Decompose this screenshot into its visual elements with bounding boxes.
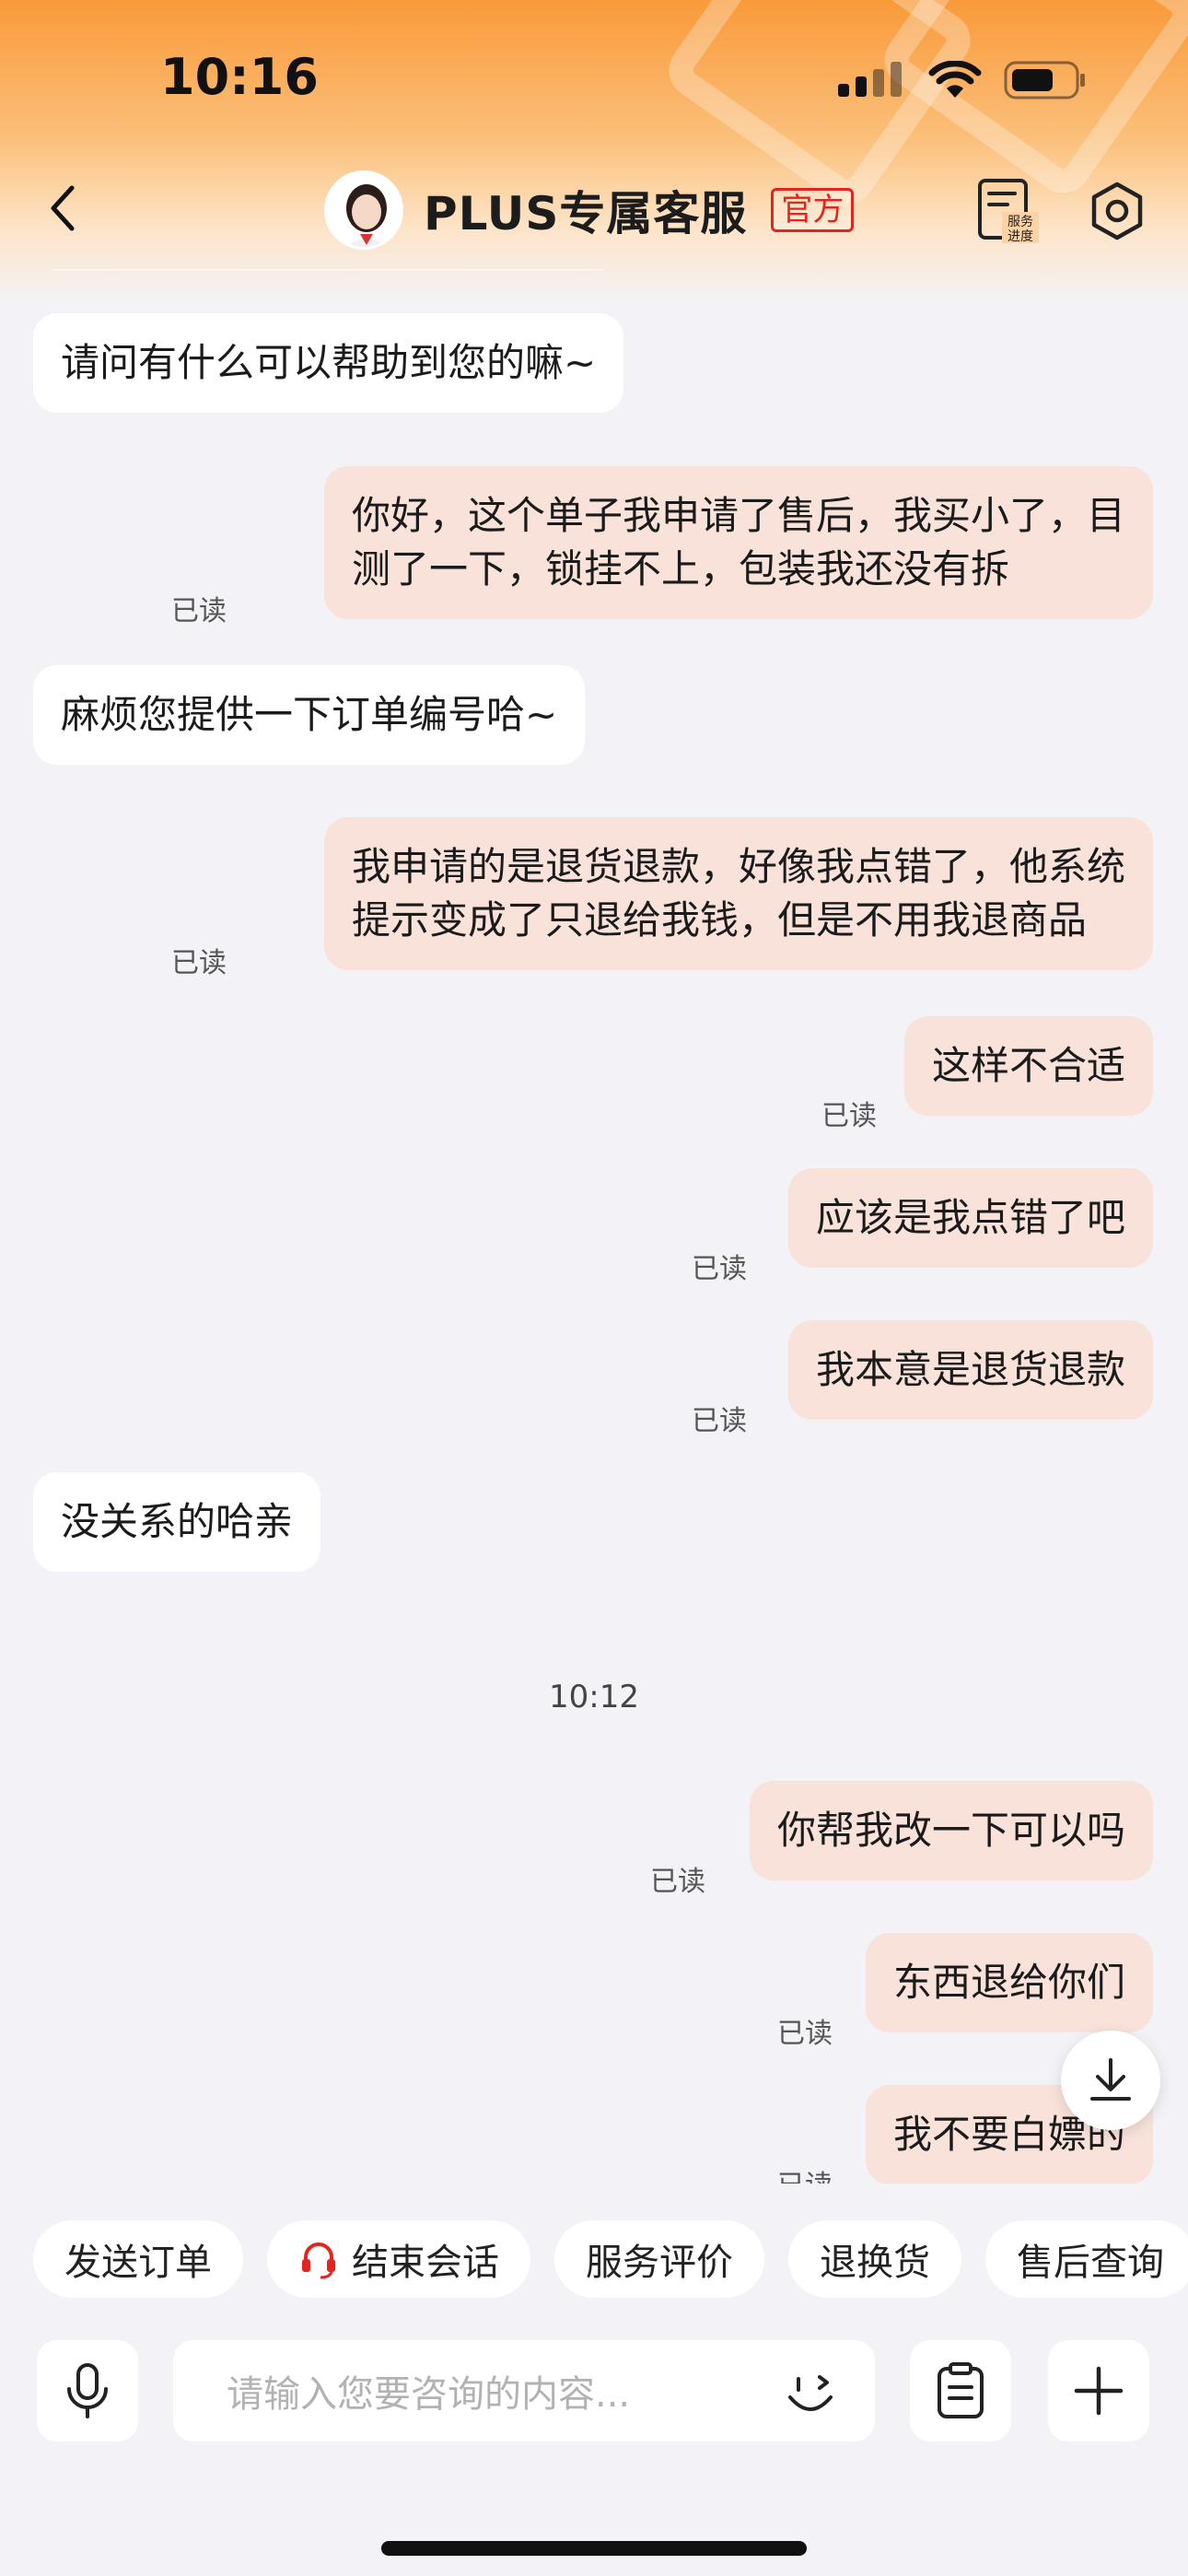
end-session-chip[interactable]: 结束会话 xyxy=(267,2220,530,2298)
header-background xyxy=(0,0,1188,304)
message-bubble-user[interactable]: 你好，这个单子我申请了售后，我买小了，目 测了一下，锁挂不上，包装我还没有拆 xyxy=(323,466,1153,619)
header-divider xyxy=(52,269,604,271)
send-order-chip[interactable]: 发送订单 xyxy=(33,2220,243,2298)
wifi-icon xyxy=(928,61,982,98)
headset-icon xyxy=(302,2242,335,2279)
avatar xyxy=(324,170,403,250)
chip-label: 售后查询 xyxy=(1017,2242,1164,2284)
message-bubble-user[interactable]: 你帮我改一下可以吗 xyxy=(749,1781,1153,1880)
chip-label: 服务评价 xyxy=(586,2242,733,2284)
download-arrow-icon xyxy=(1090,2058,1131,2101)
read-status: 已读 xyxy=(692,1253,747,1285)
message-bubble-agent[interactable]: 请问有什么可以帮助到您的嘛~ xyxy=(33,313,624,413)
chip-label: 发送订单 xyxy=(64,2242,212,2284)
read-status: 已读 xyxy=(821,1100,877,1132)
agent-avatar-icon xyxy=(327,173,401,247)
message-timestamp: 10:12 xyxy=(549,1679,639,1715)
message-bubble-user[interactable]: 应该是我点错了吧 xyxy=(787,1168,1153,1268)
message-bubble-agent[interactable]: 麻烦您提供一下订单编号哈~ xyxy=(33,665,586,765)
service-rating-chip[interactable]: 服务评价 xyxy=(554,2220,764,2298)
chat-message-list[interactable]: 请问有什么可以帮助到您的嘛~ 你好，这个单子我申请了售后，我买小了，目 测了一下… xyxy=(0,304,1188,2184)
clipboard-button[interactable] xyxy=(910,2340,1011,2441)
battery-icon xyxy=(1004,61,1085,100)
page-title: PLUS专属客服 xyxy=(424,187,748,240)
voice-input-button[interactable] xyxy=(37,2340,138,2441)
chip-label: 退换货 xyxy=(820,2242,930,2284)
quick-action-bar: 发送订单 结束会话 服务评价 退换货 售后查询 xyxy=(33,2220,1188,2298)
after-sales-query-chip[interactable]: 售后查询 xyxy=(985,2220,1188,2298)
status-time: 10:16 xyxy=(160,48,319,106)
return-exchange-chip[interactable]: 退换货 xyxy=(788,2220,961,2298)
message-bubble-user[interactable]: 我本意是退货退款 xyxy=(787,1320,1153,1420)
read-status: 已读 xyxy=(692,1405,747,1437)
plus-icon xyxy=(1074,2366,1124,2416)
more-options-button[interactable] xyxy=(1048,2340,1149,2441)
message-bubble-user[interactable]: 这样不合适 xyxy=(903,1016,1153,1116)
message-bubble-user[interactable]: 我申请的是退货退款，好像我点错了，他系统 提示变成了只退给我钱，但是不用我退商品 xyxy=(323,817,1153,970)
read-status: 已读 xyxy=(777,2162,833,2184)
progress-icon-label-1: 服务 xyxy=(1007,215,1033,229)
read-status: 已读 xyxy=(171,595,227,627)
progress-icon-label-2: 进度 xyxy=(1007,229,1033,244)
service-progress-icon[interactable]: 服务 进度 xyxy=(974,177,1039,245)
settings-icon[interactable] xyxy=(1087,181,1147,241)
message-input[interactable]: 请输入您要咨询的内容... xyxy=(173,2340,875,2441)
message-bubble-user[interactable]: 东西退给你们 xyxy=(865,1933,1153,2032)
scroll-to-bottom-button[interactable] xyxy=(1061,2031,1160,2130)
input-placeholder: 请输入您要咨询的内容... xyxy=(227,2373,631,2416)
microphone-icon xyxy=(67,2363,108,2418)
input-bar: 请输入您要咨询的内容... xyxy=(0,2322,1188,2441)
message-bubble-agent[interactable]: 没关系的哈亲 xyxy=(33,1472,321,1572)
emoji-wink-icon[interactable] xyxy=(783,2366,838,2421)
home-indicator xyxy=(381,2541,807,2556)
read-status: 已读 xyxy=(777,2018,833,2050)
read-status: 已读 xyxy=(650,1866,705,1898)
read-status: 已读 xyxy=(171,947,227,979)
official-badge: 官方 xyxy=(771,188,855,232)
chip-label: 结束会话 xyxy=(352,2242,499,2284)
clipboard-icon xyxy=(938,2362,984,2418)
chat-title-area[interactable]: PLUS专属客服 官方 xyxy=(324,169,855,252)
status-icons xyxy=(838,57,1087,103)
cellular-signal-icon xyxy=(838,62,902,97)
back-icon[interactable] xyxy=(37,171,92,245)
